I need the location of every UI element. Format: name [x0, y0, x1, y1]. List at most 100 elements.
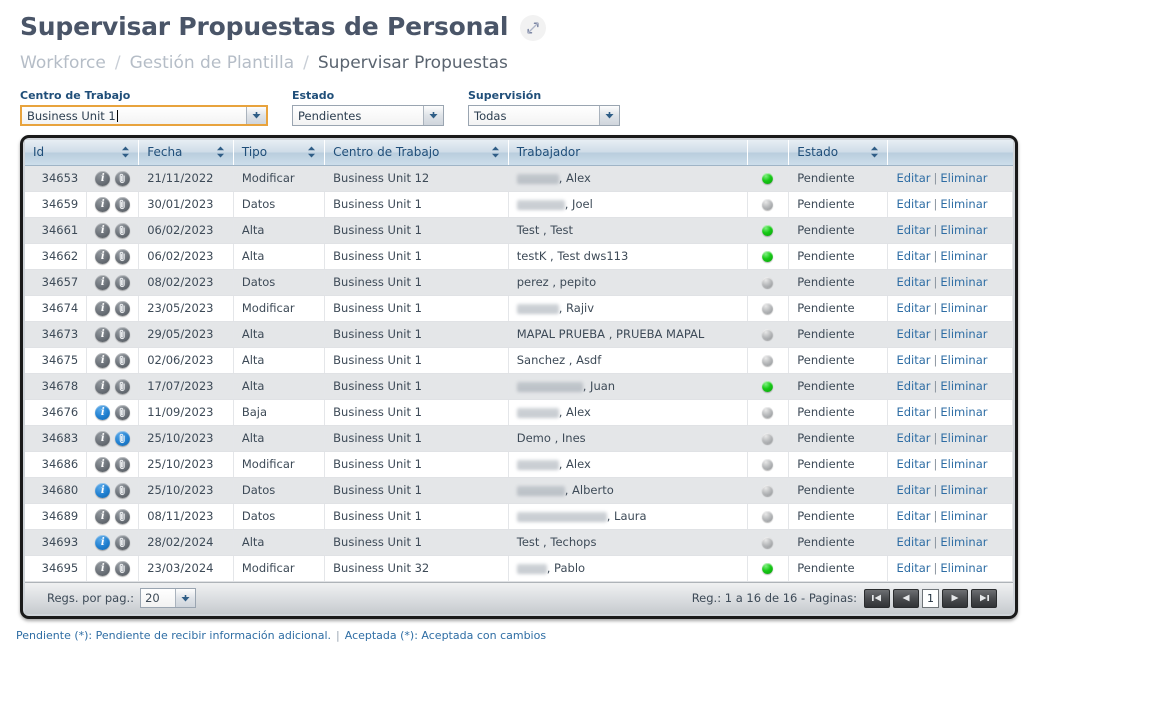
table-row[interactable]: 34683i25/10/2023AltaBusiness Unit 1Demo … — [25, 425, 1013, 451]
attachment-icon[interactable] — [115, 275, 130, 290]
chevron-down-icon[interactable] — [246, 107, 266, 124]
edit-link[interactable]: Editar — [896, 275, 930, 289]
delete-link[interactable]: Eliminar — [940, 457, 987, 471]
table-row[interactable]: 34661i06/02/2023AltaBusiness Unit 1Test … — [25, 217, 1013, 243]
last-page-icon[interactable] — [971, 589, 997, 608]
info-icon[interactable]: i — [95, 197, 110, 212]
attachment-icon[interactable] — [115, 301, 130, 316]
edit-link[interactable]: Editar — [896, 171, 930, 185]
edit-link[interactable]: Editar — [896, 509, 930, 523]
attachment-icon[interactable] — [115, 457, 130, 472]
next-page-icon[interactable] — [942, 589, 968, 608]
attachment-icon[interactable] — [115, 509, 130, 524]
info-icon[interactable]: i — [95, 301, 110, 316]
table-row[interactable]: 34662i06/02/2023AltaBusiness Unit 1testK… — [25, 243, 1013, 269]
attachment-icon[interactable] — [115, 249, 130, 264]
delete-link[interactable]: Eliminar — [940, 379, 987, 393]
delete-link[interactable]: Eliminar — [940, 249, 987, 263]
breadcrumb-item-workforce[interactable]: Workforce — [20, 53, 106, 73]
attachment-icon[interactable] — [115, 379, 130, 394]
chevron-down-icon[interactable] — [175, 589, 195, 607]
edit-link[interactable]: Editar — [896, 379, 930, 393]
sort-icon[interactable] — [216, 146, 225, 158]
supervision-select[interactable]: Todas — [468, 105, 620, 126]
delete-link[interactable]: Eliminar — [940, 405, 987, 419]
rows-per-page-select[interactable]: 20 — [140, 588, 196, 608]
table-row[interactable]: 34689i08/11/2023DatosBusiness Unit 1Domi… — [25, 503, 1013, 529]
delete-link[interactable]: Eliminar — [940, 171, 987, 185]
edit-link[interactable]: Editar — [896, 535, 930, 549]
info-icon[interactable]: i — [95, 535, 110, 550]
sort-icon[interactable] — [870, 146, 879, 158]
edit-link[interactable]: Editar — [896, 249, 930, 263]
info-icon[interactable]: i — [95, 223, 110, 238]
table-row[interactable]: 34686i25/10/2023ModificarBusiness Unit 1… — [25, 451, 1013, 477]
attachment-icon[interactable] — [115, 431, 130, 446]
edit-link[interactable]: Editar — [896, 301, 930, 315]
attachment-icon[interactable] — [115, 197, 130, 212]
sort-icon[interactable] — [491, 146, 500, 158]
info-icon[interactable]: i — [95, 353, 110, 368]
table-row[interactable]: 34653i21/11/2022ModificarBusiness Unit 1… — [25, 165, 1013, 191]
breadcrumb-item-gestion-de-plantilla[interactable]: Gestión de Plantilla — [130, 53, 295, 73]
column-header-estado[interactable]: Estado — [789, 140, 888, 165]
delete-link[interactable]: Eliminar — [940, 561, 987, 575]
table-row[interactable]: 34693i28/02/2024AltaBusiness Unit 1Test … — [25, 529, 1013, 555]
column-header-trabajador[interactable]: Trabajador — [508, 140, 747, 165]
table-row[interactable]: 34680i25/10/2023DatosBusiness Unit 1Mart… — [25, 477, 1013, 503]
table-row[interactable]: 34659i30/01/2023DatosBusiness Unit 1Robi… — [25, 191, 1013, 217]
attachment-icon[interactable] — [115, 327, 130, 342]
info-icon[interactable]: i — [95, 561, 110, 576]
attachment-icon[interactable] — [115, 353, 130, 368]
delete-link[interactable]: Eliminar — [940, 275, 987, 289]
centro-de-trabajo-value-wrap[interactable]: Business Unit 1 — [22, 107, 246, 124]
centro-de-trabajo-select[interactable]: Business Unit 1 — [20, 105, 268, 126]
edit-link[interactable]: Editar — [896, 561, 930, 575]
edit-link[interactable]: Editar — [896, 483, 930, 497]
info-icon[interactable]: i — [95, 509, 110, 524]
info-icon[interactable]: i — [95, 275, 110, 290]
estado-select[interactable]: Pendientes — [292, 105, 444, 126]
info-icon[interactable]: i — [95, 379, 110, 394]
column-header-id[interactable]: Id — [25, 140, 139, 165]
table-row[interactable]: 34673i29/05/2023AltaBusiness Unit 1MAPAL… — [25, 321, 1013, 347]
table-row[interactable]: 34676i11/09/2023BajaBusiness Unit 1Cerve… — [25, 399, 1013, 425]
attachment-icon[interactable] — [115, 223, 130, 238]
info-icon[interactable]: i — [95, 405, 110, 420]
attachment-icon[interactable] — [115, 561, 130, 576]
delete-link[interactable]: Eliminar — [940, 223, 987, 237]
delete-link[interactable]: Eliminar — [940, 509, 987, 523]
table-row[interactable]: 34678i17/07/2023AltaBusiness Unit 1Balle… — [25, 373, 1013, 399]
info-icon[interactable]: i — [95, 483, 110, 498]
edit-link[interactable]: Editar — [896, 327, 930, 341]
delete-link[interactable]: Eliminar — [940, 353, 987, 367]
attachment-icon[interactable] — [115, 535, 130, 550]
info-icon[interactable]: i — [95, 249, 110, 264]
sort-icon[interactable] — [121, 146, 130, 158]
expand-diagonal-icon[interactable] — [520, 15, 546, 41]
edit-link[interactable]: Editar — [896, 197, 930, 211]
table-row[interactable]: 34695i23/03/2024ModificarBusiness Unit 3… — [25, 555, 1013, 581]
info-icon[interactable]: i — [95, 431, 110, 446]
table-row[interactable]: 34657i08/02/2023DatosBusiness Unit 1pere… — [25, 269, 1013, 295]
delete-link[interactable]: Eliminar — [940, 197, 987, 211]
delete-link[interactable]: Eliminar — [940, 301, 987, 315]
info-icon[interactable]: i — [95, 171, 110, 186]
first-page-icon[interactable] — [864, 589, 890, 608]
attachment-icon[interactable] — [115, 483, 130, 498]
table-row[interactable]: 34674i23/05/2023ModificarBusiness Unit 1… — [25, 295, 1013, 321]
column-header-tipo[interactable]: Tipo — [233, 140, 324, 165]
info-icon[interactable]: i — [95, 327, 110, 342]
attachment-icon[interactable] — [115, 171, 130, 186]
delete-link[interactable]: Eliminar — [940, 535, 987, 549]
table-row[interactable]: 34675i02/06/2023AltaBusiness Unit 1Sanch… — [25, 347, 1013, 373]
prev-page-icon[interactable] — [893, 589, 919, 608]
column-header-centro-de-trabajo[interactable]: Centro de Trabajo — [325, 140, 509, 165]
delete-link[interactable]: Eliminar — [940, 431, 987, 445]
chevron-down-icon[interactable] — [599, 106, 619, 125]
edit-link[interactable]: Editar — [896, 457, 930, 471]
current-page-number[interactable]: 1 — [922, 589, 939, 608]
edit-link[interactable]: Editar — [896, 353, 930, 367]
attachment-icon[interactable] — [115, 405, 130, 420]
edit-link[interactable]: Editar — [896, 223, 930, 237]
